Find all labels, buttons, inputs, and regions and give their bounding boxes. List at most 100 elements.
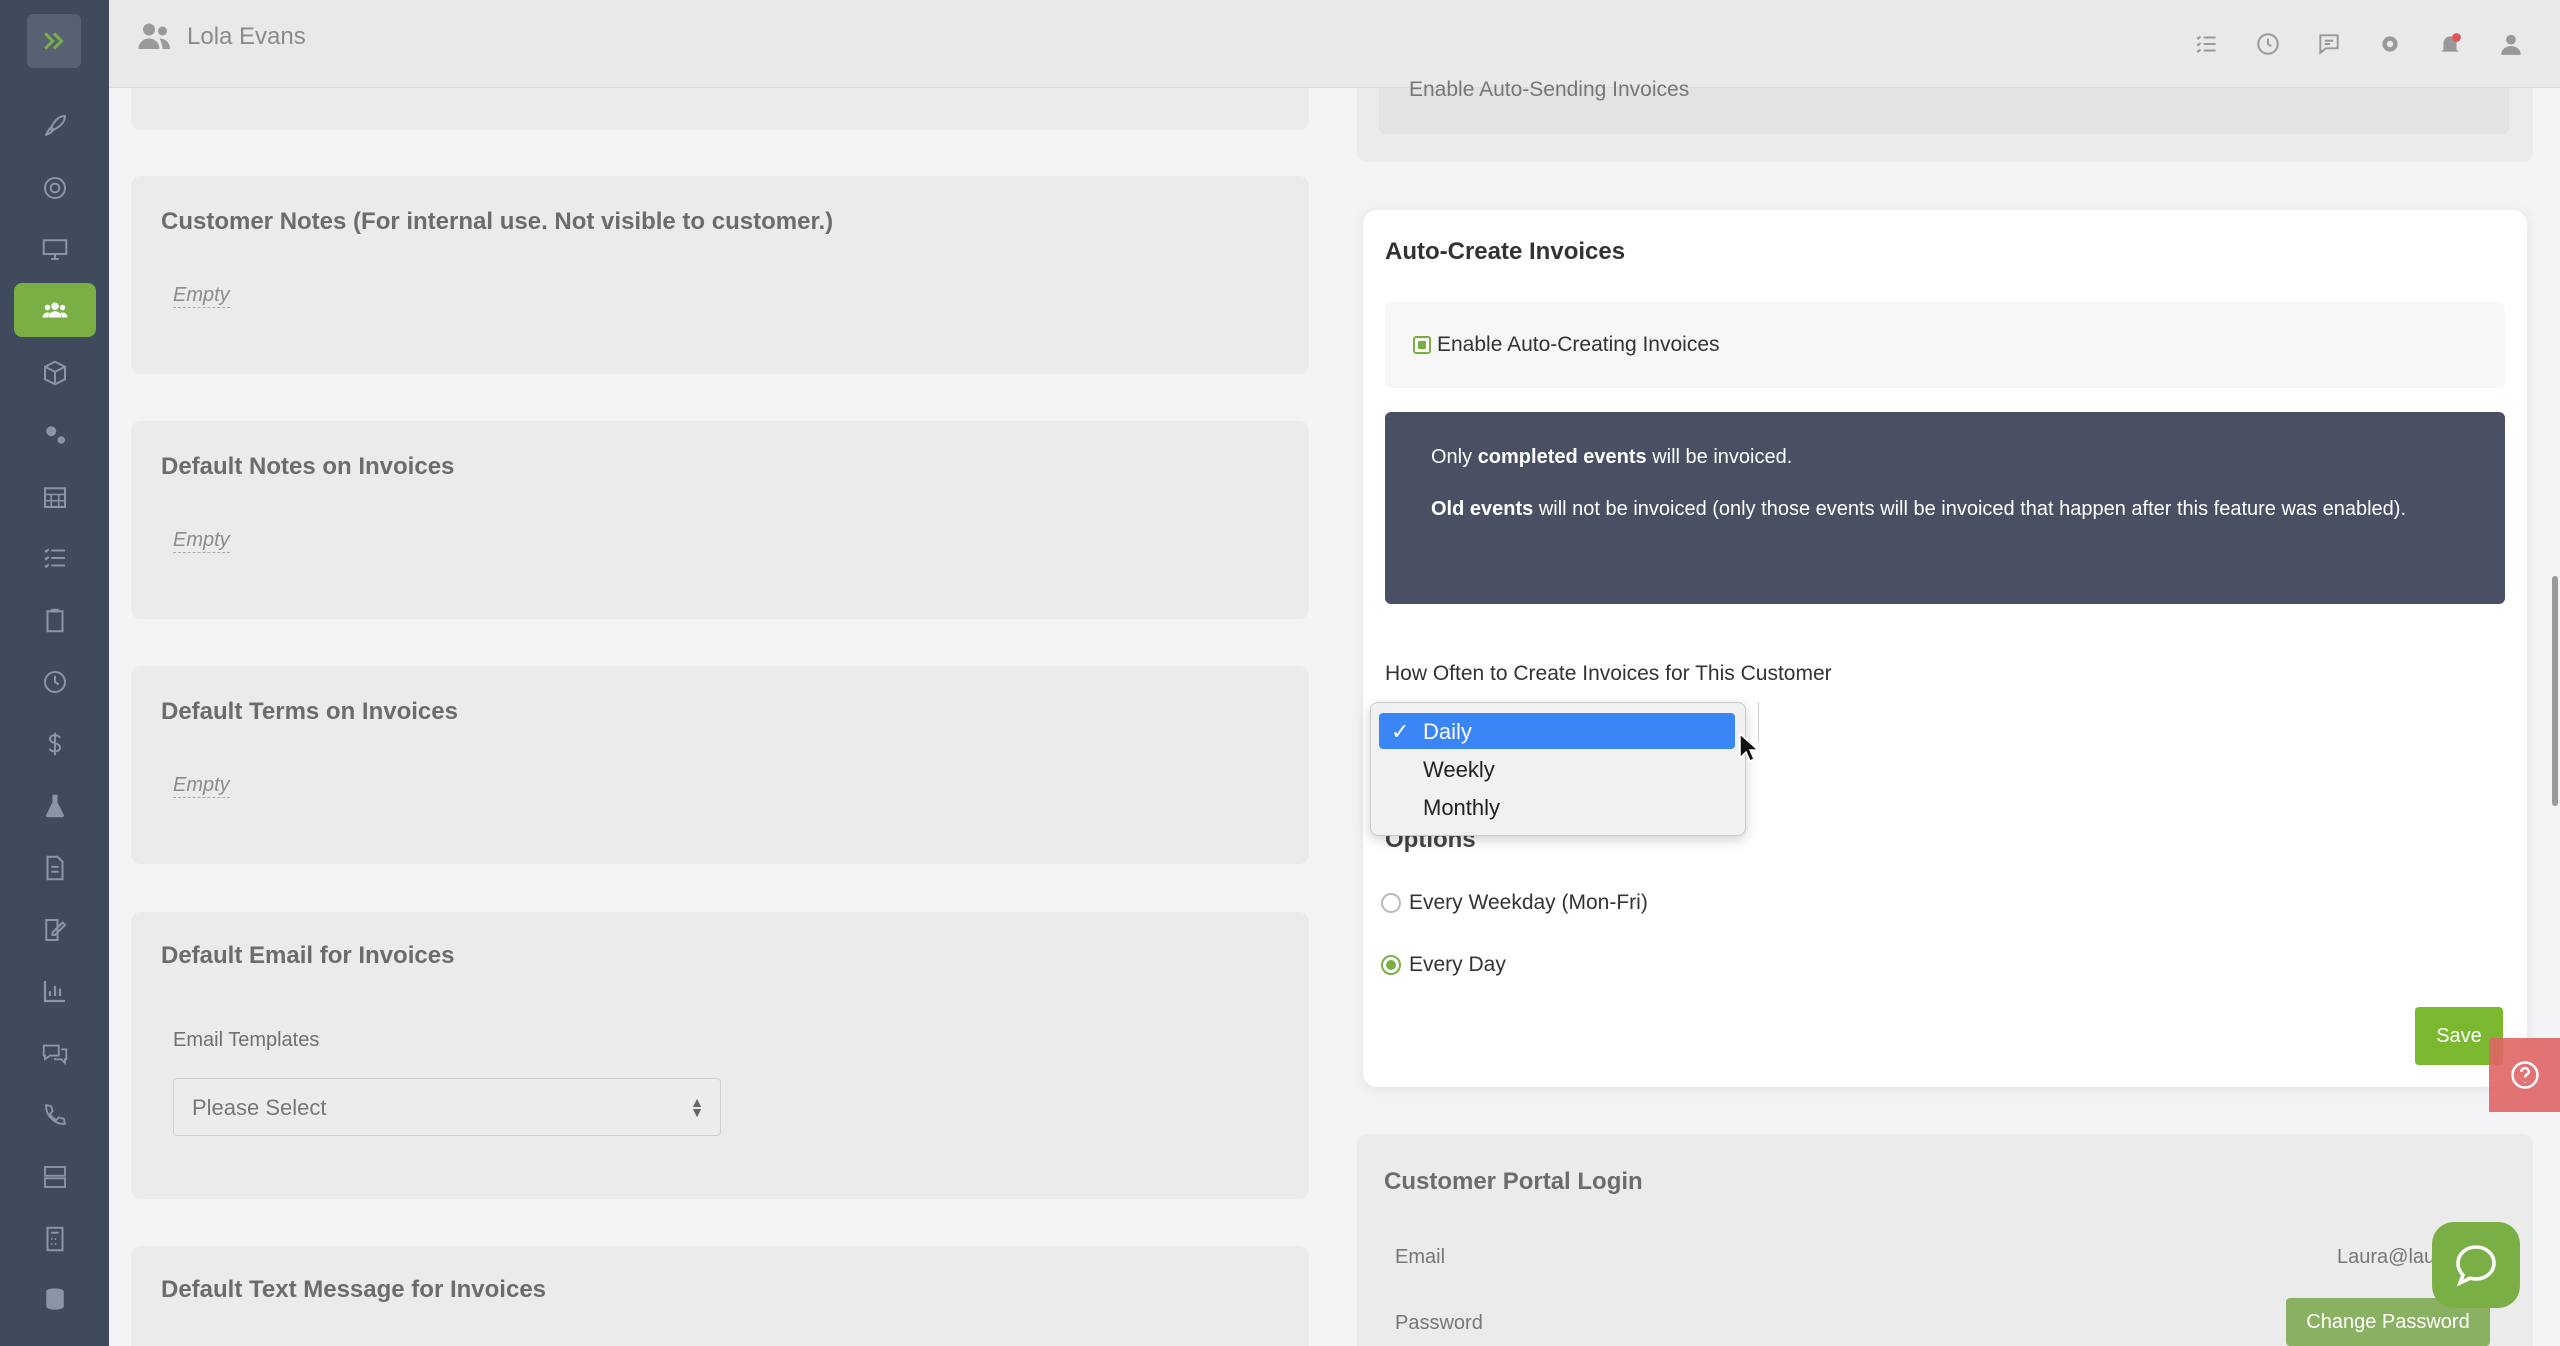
sidebar-item-signature[interactable]: [14, 903, 96, 957]
live-chat-button[interactable]: [2432, 1222, 2520, 1308]
box-icon: [44, 360, 66, 386]
settings-button[interactable]: [2374, 28, 2406, 60]
flask-icon: [46, 794, 64, 818]
list-check-icon: [2196, 35, 2216, 53]
sidebar-item-customers[interactable]: [14, 283, 96, 337]
option-everyday-row[interactable]: Every Day: [1381, 953, 1506, 977]
calendar-icon: [44, 487, 66, 508]
default-text-card: Default Text Message for Invoices: [131, 1246, 1309, 1346]
clock-icon: [2257, 33, 2279, 55]
option-everyday-label: Every Day: [1409, 953, 1506, 976]
dollar-icon: [48, 732, 62, 756]
messages-button[interactable]: [2313, 28, 2345, 60]
checkmark-icon: ✓: [1391, 719, 1410, 744]
enable-auto-create-checkbox[interactable]: [1413, 336, 1431, 354]
sidebar: [0, 0, 109, 1346]
sidebar-item-billing[interactable]: [14, 717, 96, 771]
option-everyday-radio[interactable]: [1381, 955, 1401, 975]
chat-icon: [2319, 34, 2339, 55]
sidebar-item-tasks[interactable]: [14, 531, 96, 585]
portal-email-value: Laura@lau: [2337, 1246, 2436, 1268]
default-email-title: Default Email for Invoices: [161, 942, 455, 969]
option-weekday-row[interactable]: Every Weekday (Mon-Fri): [1381, 891, 1648, 915]
mouse-cursor-icon: [1739, 732, 1760, 763]
customer-portal-title: Customer Portal Login: [1384, 1168, 1643, 1195]
gears-icon: [46, 426, 65, 444]
auto-send-label[interactable]: Enable Auto-Sending Invoices: [1409, 78, 1689, 102]
sidebar-toggle-button[interactable]: [27, 14, 81, 68]
notifications-button[interactable]: [2434, 28, 2466, 60]
help-button[interactable]: [2489, 1038, 2560, 1112]
sidebar-item-database[interactable]: [14, 1272, 96, 1326]
customer-notes-value[interactable]: Empty: [173, 284, 230, 308]
default-terms-card: Default Terms on Invoices Empty: [131, 666, 1309, 864]
page-scrollbar[interactable]: [2552, 576, 2558, 806]
sidebar-item-storage[interactable]: [14, 1150, 96, 1204]
enable-auto-create-row: Enable Auto-Creating Invoices: [1385, 302, 2505, 388]
sidebar-item-messages[interactable]: [14, 1026, 96, 1080]
sidebar-item-support[interactable]: [14, 161, 96, 215]
chat-bubbles-icon: [42, 1044, 68, 1066]
default-notes-title: Default Notes on Invoices: [161, 453, 455, 480]
sidebar-item-calls[interactable]: [14, 1088, 96, 1142]
sidebar-item-rocket[interactable]: [14, 99, 96, 153]
sidebar-item-settings[interactable]: [14, 408, 96, 462]
customer-header: Lola Evans: [137, 22, 306, 52]
document-icon: [46, 855, 64, 881]
default-notes-value[interactable]: Empty: [173, 529, 230, 553]
server-icon: [44, 1166, 66, 1188]
frequency-option-daily[interactable]: ✓ Daily: [1379, 713, 1735, 749]
users-icon: [138, 23, 170, 49]
frequency-option-monthly[interactable]: Monthly: [1379, 789, 1735, 825]
card-top-partial: [131, 88, 1309, 130]
info-line-2: Old events will not be invoiced (only th…: [1431, 498, 2406, 520]
sidebar-item-clipboard[interactable]: [14, 593, 96, 647]
email-templates-select[interactable]: Please Select ▲ ▼: [173, 1078, 721, 1136]
pen-document-icon: [45, 919, 67, 941]
history-button[interactable]: [2252, 28, 2284, 60]
sidebar-item-inventory[interactable]: [14, 346, 96, 400]
sidebar-item-reports[interactable]: [14, 964, 96, 1018]
users-icon: [42, 302, 68, 318]
sidebar-item-calculator[interactable]: [14, 1212, 96, 1266]
phone-icon: [45, 1103, 67, 1125]
default-email-card: Default Email for Invoices Email Templat…: [131, 912, 1309, 1199]
frequency-label: How Often to Create Invoices for This Cu…: [1385, 662, 1832, 685]
portal-email-label: Email: [1395, 1246, 1446, 1268]
bar-chart-icon: [43, 981, 65, 1003]
auto-create-title: Auto-Create Invoices: [1385, 238, 1626, 265]
email-templates-label: Email Templates: [173, 1029, 320, 1051]
clipboard-icon: [46, 608, 64, 633]
database-icon: [46, 1288, 64, 1310]
customer-notes-card: Customer Notes (For internal use. Not vi…: [131, 176, 1309, 374]
default-text-title: Default Text Message for Invoices: [161, 1276, 547, 1303]
profile-button[interactable]: [2495, 28, 2527, 60]
info-line-1: Only completed events will be invoiced.: [1431, 446, 1793, 468]
sidebar-item-lab[interactable]: [14, 779, 96, 833]
sidebar-item-time[interactable]: [14, 655, 96, 709]
question-circle-icon: [2510, 1061, 2539, 1089]
calculator-icon: [46, 1226, 64, 1252]
frequency-option-weekly[interactable]: Weekly: [1379, 751, 1735, 787]
frequency-dropdown[interactable]: ✓ Daily Weekly Monthly: [1370, 702, 1746, 836]
default-terms-value[interactable]: Empty: [173, 774, 230, 798]
select-arrows-icon: ▲ ▼: [690, 1094, 704, 1120]
top-bar: Lola Evans: [109, 0, 2560, 88]
enable-auto-create-label[interactable]: Enable Auto-Creating Invoices: [1437, 333, 1720, 357]
gear-icon: [2382, 36, 2398, 52]
option-weekday-label: Every Weekday (Mon-Fri): [1409, 891, 1648, 914]
email-templates-select-value: Please Select: [192, 1095, 327, 1120]
sidebar-item-monitor[interactable]: [14, 222, 96, 276]
monitor-icon: [42, 239, 68, 260]
option-weekday-radio[interactable]: [1381, 893, 1401, 913]
double-chevron-right-icon: [44, 32, 64, 50]
default-terms-title: Default Terms on Invoices: [161, 698, 458, 725]
auto-create-invoices-card: Auto-Create Invoices Enable Auto-Creatin…: [1363, 210, 2527, 1087]
sidebar-item-calendar[interactable]: [14, 470, 96, 524]
tasks-button[interactable]: [2191, 28, 2223, 60]
list-check-icon: [44, 548, 65, 569]
default-notes-card: Default Notes on Invoices Empty: [131, 421, 1309, 619]
lifebuoy-icon: [44, 177, 66, 199]
sidebar-item-documents[interactable]: [14, 841, 96, 895]
info-notice: Only completed events will be invoiced. …: [1385, 412, 2505, 604]
